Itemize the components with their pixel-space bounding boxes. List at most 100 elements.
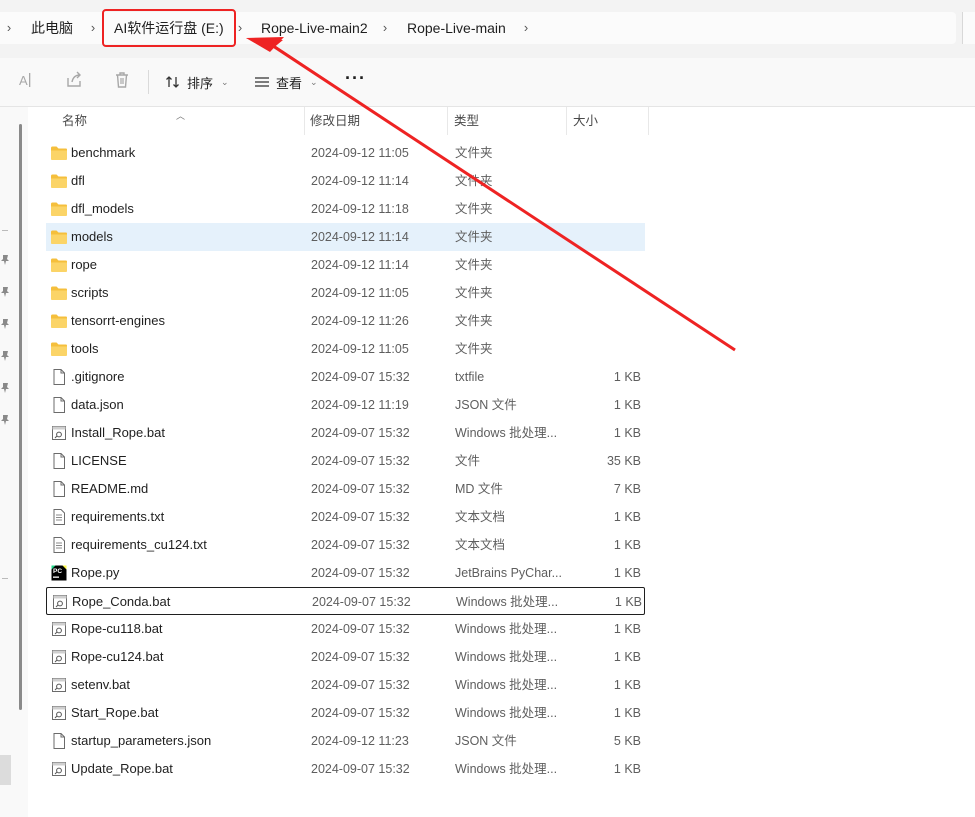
- file-date: 2024-09-12 11:05: [311, 286, 409, 300]
- file-size: 1 KB: [614, 595, 642, 609]
- column-header-type[interactable]: 类型: [454, 107, 567, 135]
- file-size: 1 KB: [613, 426, 641, 440]
- file-date: 2024-09-07 15:32: [311, 678, 410, 692]
- file-date: 2024-09-07 15:32: [311, 706, 410, 720]
- file-row[interactable]: Rope-cu118.bat 2024-09-07 15:32 Windows 批处…: [46, 615, 645, 643]
- file-type: JSON 文件: [455, 734, 517, 748]
- file-row[interactable]: Update_Rope.bat 2024-09-07 15:32 Windows 批…: [46, 755, 645, 783]
- nav-selected-item[interactable]: [0, 755, 11, 785]
- file-row[interactable]: Rope_Conda.bat 2024-09-07 15:32 Windows 批处…: [46, 587, 645, 615]
- file-type: JSON 文件: [455, 398, 517, 412]
- rename-icon[interactable]: A: [16, 70, 38, 92]
- file-size: 1 KB: [613, 678, 641, 692]
- file-name: benchmark: [71, 145, 136, 160]
- file-date: 2024-09-12 11:05: [311, 342, 409, 356]
- file-row[interactable]: PC Rope.py 2024-09-07 15:32 JetBrains PyCha…: [46, 559, 645, 587]
- sort-button[interactable]: 排序 ⌄: [165, 69, 229, 95]
- file-row[interactable]: rope 2024-09-12 11:14 文件夹: [46, 251, 645, 279]
- share-icon[interactable]: [64, 70, 86, 92]
- file-type: Windows 批处理...: [455, 678, 558, 692]
- file-row[interactable]: scripts 2024-09-12 11:05 文件夹: [46, 279, 645, 307]
- chevron-right-icon[interactable]: ›: [87, 12, 99, 44]
- file-row[interactable]: Start_Rope.bat 2024-09-07 15:32 Windows 批处…: [46, 699, 645, 727]
- text-file-icon: [50, 509, 68, 525]
- file-row[interactable]: dfl_models 2024-09-12 11:18 文件夹: [46, 195, 645, 223]
- column-header-date[interactable]: 修改日期: [310, 107, 448, 135]
- address-bar-edge: [962, 12, 975, 44]
- file-size: 1 KB: [613, 538, 641, 552]
- chevron-right-icon[interactable]: ›: [520, 12, 532, 44]
- file-name: tensorrt-engines: [71, 313, 165, 328]
- file-date: 2024-09-07 15:32: [312, 595, 411, 609]
- column-header-size[interactable]: 大小: [573, 107, 649, 135]
- delete-icon[interactable]: [112, 70, 134, 92]
- file-size: [567, 335, 641, 363]
- svg-text:A: A: [19, 73, 28, 88]
- file-row[interactable]: tensorrt-engines 2024-09-12 11:26 文件夹: [46, 307, 645, 335]
- file-date: 2024-09-12 11:23: [311, 734, 409, 748]
- file-size: 1 KB: [613, 706, 641, 720]
- sort-icon: [166, 76, 179, 88]
- file-name: tools: [71, 341, 99, 356]
- file-date: 2024-09-12 11:14: [311, 230, 409, 244]
- folder-icon: [50, 229, 68, 245]
- chevron-down-icon: ⌄: [310, 76, 318, 87]
- file-type: 文本文档: [455, 510, 506, 524]
- file-date: 2024-09-07 15:32: [311, 370, 410, 384]
- chevron-right-icon[interactable]: ›: [379, 12, 391, 44]
- navigation-scrollbar[interactable]: [19, 124, 22, 710]
- file-name: data.json: [71, 397, 124, 412]
- file-row[interactable]: models 2024-09-12 11:14 文件夹: [46, 223, 645, 251]
- file-row[interactable]: README.md 2024-09-07 15:32 MD 文件 7 KB: [46, 475, 645, 503]
- breadcrumb-this-pc[interactable]: 此电脑: [31, 12, 73, 44]
- file-name: models: [71, 229, 113, 244]
- file-name: scripts: [71, 285, 109, 300]
- file-name: startup_parameters.json: [71, 733, 212, 748]
- file-row[interactable]: benchmark 2024-09-12 11:05 文件夹: [46, 139, 645, 167]
- file-row[interactable]: LICENSE 2024-09-07 15:32 文件 35 KB: [46, 447, 645, 475]
- file-row[interactable]: tools 2024-09-12 11:05 文件夹: [46, 335, 645, 363]
- file-row[interactable]: dfl 2024-09-12 11:14 文件夹: [46, 167, 645, 195]
- command-bar: A 排序 ⌄ 查看 ⌄ ···: [0, 58, 975, 107]
- file-size: [567, 167, 641, 195]
- batch-file-icon: [50, 705, 68, 721]
- file-type: 文件夹: [455, 342, 493, 356]
- file-name: setenv.bat: [71, 677, 131, 692]
- breadcrumb-rope-live-main2[interactable]: Rope-Live-main2: [261, 12, 368, 44]
- file-size: 1 KB: [613, 370, 641, 384]
- file-date: 2024-09-12 11:14: [311, 174, 409, 188]
- view-button[interactable]: 查看 ⌄: [254, 69, 318, 95]
- file-row[interactable]: .gitignore 2024-09-07 15:32 txtfile 1 KB: [46, 363, 645, 391]
- file-size: 35 KB: [606, 454, 641, 468]
- file-row[interactable]: requirements.txt 2024-09-07 15:32 文本文档 1 KB: [46, 503, 645, 531]
- chevron-right-icon[interactable]: ›: [3, 12, 15, 44]
- file-row[interactable]: setenv.bat 2024-09-07 15:32 Windows 批处理...…: [46, 671, 645, 699]
- file-name: requirements_cu124.txt: [71, 537, 207, 552]
- file-name: Rope.py: [71, 565, 120, 580]
- file-row[interactable]: data.json 2024-09-12 11:19 JSON 文件 1 KB: [46, 391, 645, 419]
- file-icon: [50, 369, 68, 385]
- file-type: Windows 批处理...: [455, 762, 558, 776]
- file-date: 2024-09-07 15:32: [311, 538, 410, 552]
- file-name: rope: [71, 257, 98, 272]
- file-row[interactable]: Install_Rope.bat 2024-09-07 15:32 Windows …: [46, 419, 645, 447]
- file-type: 文件: [455, 454, 481, 468]
- file-date: 2024-09-07 15:32: [311, 510, 410, 524]
- sort-label: 排序: [187, 75, 214, 91]
- file-name: dfl_models: [71, 201, 134, 216]
- pin-icon: [0, 318, 10, 330]
- nav-divider: [2, 578, 8, 579]
- file-name: .gitignore: [71, 369, 125, 384]
- more-options-button[interactable]: ···: [345, 68, 366, 89]
- file-icon: [50, 397, 68, 413]
- file-row[interactable]: requirements_cu124.txt 2024-09-07 15:32 文本…: [46, 531, 645, 559]
- breadcrumb-rope-live-main[interactable]: Rope-Live-main: [407, 12, 506, 44]
- file-row[interactable]: Rope-cu124.bat 2024-09-07 15:32 Windows 批处…: [46, 643, 645, 671]
- file-size: [567, 195, 641, 223]
- file-type: 文件夹: [455, 314, 493, 328]
- file-row[interactable]: startup_parameters.json 2024-09-12 11:23 J…: [46, 727, 645, 755]
- pin-icon: [0, 350, 10, 362]
- folder-icon: [50, 173, 68, 189]
- file-date: 2024-09-07 15:32: [311, 454, 410, 468]
- file-date: 2024-09-07 15:32: [311, 426, 410, 440]
